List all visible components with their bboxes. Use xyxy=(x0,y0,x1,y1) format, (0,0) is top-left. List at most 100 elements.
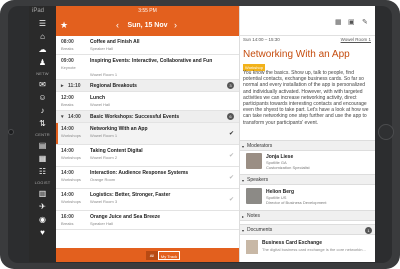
session-type: Workshops xyxy=(61,199,81,204)
documents-count-badge: 1 xyxy=(365,227,372,234)
edit-icon[interactable]: ✎ xyxy=(362,18,368,26)
briefcase-icon[interactable]: ▣ xyxy=(348,18,355,26)
session-type: Breaks xyxy=(61,46,74,51)
detail-description: You know the basics. Show up, talk to pe… xyxy=(243,70,369,126)
session-type: Breaks xyxy=(61,221,74,226)
heart-icon[interactable]: ♥ xyxy=(29,226,56,239)
home-button[interactable] xyxy=(378,124,394,140)
document-icon[interactable]: ▤ xyxy=(29,139,56,152)
session-room: Wowel Room 1 xyxy=(90,72,118,77)
sidebar-label-network: NETW xyxy=(36,71,49,76)
session-type: Workshops xyxy=(61,133,81,138)
section-label: Notes xyxy=(247,213,261,219)
list-item[interactable]: 08:00 Breaks Coffee and Finish All Speak… xyxy=(56,36,239,55)
filter-all-button[interactable]: All xyxy=(146,251,158,260)
microphone-icon[interactable]: ♪ xyxy=(29,104,56,117)
session-count-badge: 6 xyxy=(227,113,234,120)
session-time: 09:00 xyxy=(61,58,74,64)
flight-icon[interactable]: ✈ xyxy=(29,200,56,213)
chat-icon[interactable]: ✉ xyxy=(29,78,56,91)
session-title: Networking With an App xyxy=(90,126,148,132)
session-type: Breaks xyxy=(61,102,74,107)
pin-icon[interactable]: ◉ xyxy=(29,213,56,226)
list-item-group[interactable]: ▸ 11:10 Regional Breakouts 3 xyxy=(56,80,239,92)
document-item[interactable]: Business Card Exchange The digital busin… xyxy=(240,238,375,260)
session-room: Wowel Room 1 xyxy=(90,133,118,138)
calendar-icon[interactable]: ▦ xyxy=(335,18,342,26)
session-type: Workshops xyxy=(61,177,81,182)
list-item[interactable]: 14:00 Workshops Taking Content Digital W… xyxy=(56,145,239,167)
checkmark-icon[interactable]: ✔ xyxy=(229,196,234,203)
moderator-item[interactable]: Jonja Liese SpotMe GA Customization Spec… xyxy=(240,151,375,171)
section-label: Speakers xyxy=(247,177,269,183)
document-icon xyxy=(246,240,258,254)
list-item-selected[interactable]: 14:00 Workshops Networking With an App W… xyxy=(56,123,239,145)
person-role: Customization Specialist xyxy=(266,165,310,170)
map-icon[interactable]: ▥ xyxy=(29,187,56,200)
session-room: Wowel Hall xyxy=(90,102,110,107)
list-item[interactable]: 14:00 Workshops Interaction: Audience Re… xyxy=(56,167,239,189)
session-room: Wowel Room 2 xyxy=(90,155,118,160)
list-item[interactable]: 14:00 Workshops Logistics: Better, Stron… xyxy=(56,189,239,211)
expand-triangle-icon: ▸ xyxy=(61,83,64,89)
gallery-icon[interactable]: ▦ xyxy=(29,152,56,165)
session-count-badge: 3 xyxy=(227,82,234,89)
session-time: 16:00 xyxy=(61,214,74,220)
session-time: 14:00 xyxy=(61,192,74,198)
session-type: Keynote xyxy=(61,65,76,70)
filter-bar: All My Track xyxy=(56,248,239,262)
session-time: 14:00 xyxy=(61,148,74,154)
hamburger-icon[interactable]: ☰ xyxy=(29,17,56,30)
session-time: 14:00 xyxy=(68,114,81,120)
checkmark-icon[interactable]: ✔ xyxy=(229,130,234,137)
sort-icon[interactable]: ⇅ xyxy=(29,117,56,130)
sidebar: iPad ☰ ⌂ ☁ ♟ NETW ✉ ☺ ♪ ⇅ CENTR ▤ ▦ ☷ LO… xyxy=(29,6,56,262)
moderators-section-header[interactable]: ▾ Moderators xyxy=(240,140,375,151)
carrier-label: iPad xyxy=(32,8,45,14)
camera xyxy=(8,129,14,135)
session-title: Taking Content Digital xyxy=(90,148,143,154)
expand-triangle-icon: ▸ xyxy=(242,214,245,219)
session-title: Regional Breakouts xyxy=(90,83,137,89)
list-item[interactable]: 09:00 Keynote Inspiring Events: Interact… xyxy=(56,55,239,80)
collapse-triangle-icon: ▾ xyxy=(242,228,245,233)
collapse-triangle-icon: ▾ xyxy=(242,178,245,183)
app-screen: iPad ☰ ⌂ ☁ ♟ NETW ✉ ☺ ♪ ⇅ CENTR ▤ ▦ ☷ LO… xyxy=(29,6,375,262)
session-room: Speaker Hall xyxy=(90,221,113,226)
person-icon[interactable]: ☺ xyxy=(29,91,56,104)
cloud-icon[interactable]: ☁ xyxy=(29,43,56,56)
list-item[interactable]: 16:00 Breaks Orange Juice and Sea Breeze… xyxy=(56,211,239,230)
chevron-right-icon[interactable]: › xyxy=(174,20,177,30)
session-room: Wowel Room 3 xyxy=(90,199,118,204)
section-label: Moderators xyxy=(247,143,273,149)
selection-accent xyxy=(56,123,58,144)
person-role: Director of Business Development xyxy=(266,200,327,205)
notes-section-header[interactable]: ▸ Notes xyxy=(240,210,375,221)
people-icon[interactable]: ♟ xyxy=(29,56,56,69)
checkmark-icon[interactable]: ✔ xyxy=(229,174,234,181)
agenda-date: Sun, 15 Nov xyxy=(127,22,168,29)
sidebar-label-content: CENTR xyxy=(35,132,50,137)
session-title: Logistics: Better, Stronger, Faster xyxy=(90,192,171,198)
session-time: 14:00 xyxy=(61,170,74,176)
status-time: 3:55 PM xyxy=(138,8,157,14)
poll-icon[interactable]: ☷ xyxy=(29,165,56,178)
session-type: Workshops xyxy=(61,155,81,160)
documents-section-header[interactable]: ▾ Documents 1 xyxy=(240,224,375,235)
home-icon[interactable]: ⌂ xyxy=(29,30,56,43)
document-description: The digital business card exchange is th… xyxy=(262,247,366,252)
filter-my-track-button[interactable]: My Track xyxy=(158,251,180,260)
section-label: Documents xyxy=(247,227,273,233)
list-item[interactable]: 12:00 Breaks Lunch Wowel Hall xyxy=(56,92,239,111)
session-title: Interaction: Audience Response Systems xyxy=(90,170,189,176)
session-title: Coffee and Finish All xyxy=(90,39,140,45)
session-room: Speaker Hall xyxy=(90,46,113,51)
speaker-item[interactable]: Helion Berg SpotMe US Director of Busine… xyxy=(240,186,375,206)
list-item-group[interactable]: ▾ 14:00 Basic Workshops: Successful Even… xyxy=(56,111,239,123)
checkmark-icon[interactable]: ✔ xyxy=(229,152,234,159)
session-list: 08:00 Breaks Coffee and Finish All Speak… xyxy=(56,36,239,248)
session-title: Inspiring Events: Interactive, Collabora… xyxy=(90,58,213,64)
avatar xyxy=(246,153,262,169)
detail-room-link[interactable]: Wowel Room 1 xyxy=(341,37,371,42)
speakers-section-header[interactable]: ▾ Speakers xyxy=(240,174,375,185)
